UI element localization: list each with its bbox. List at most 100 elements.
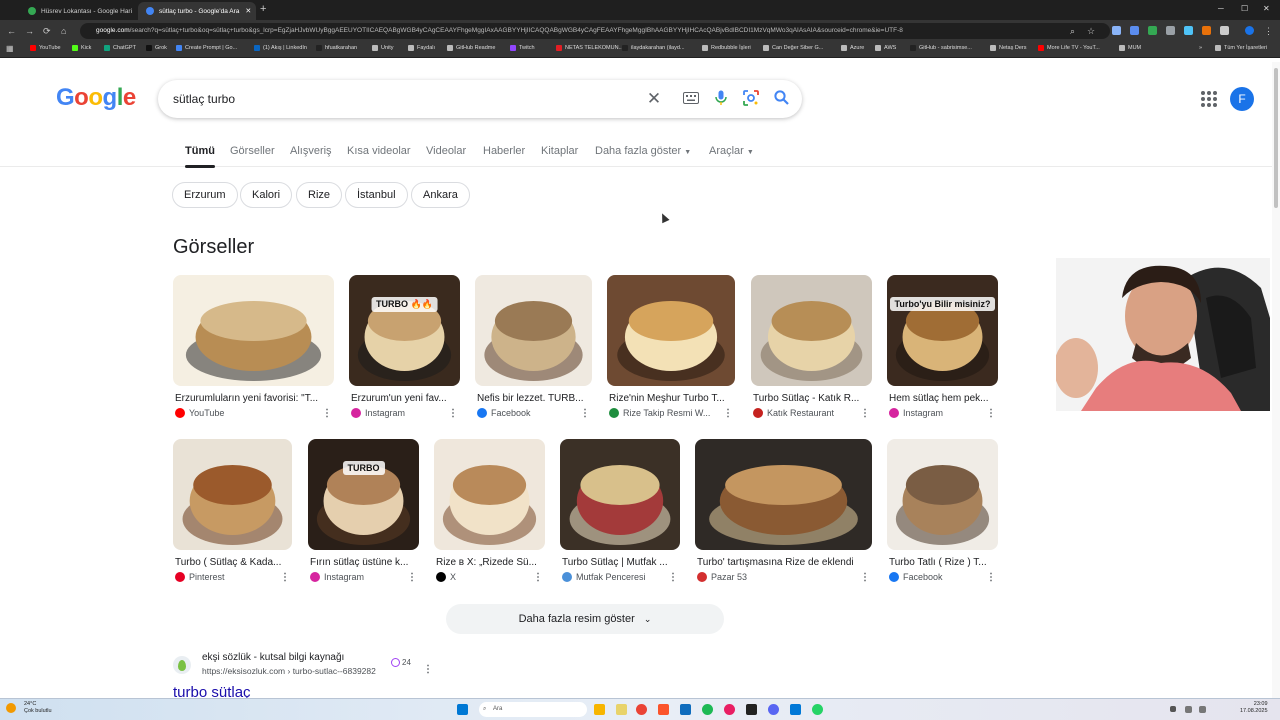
zoom-icon[interactable]: ⌕ [1070,25,1075,37]
reload-icon[interactable]: ⟳ [43,25,51,37]
bookmark-item[interactable]: Unity [372,45,394,51]
image-thumbnail[interactable]: TURBO [308,439,419,550]
close-tab-icon[interactable]: ✕ [132,7,135,15]
chip-istanbul[interactable]: İstanbul [345,182,408,208]
discussion-badge[interactable]: 24 [391,658,411,667]
image-thumbnail[interactable] [751,275,872,386]
bookmark-item[interactable]: NETAS TELEKOMUN... [556,45,623,51]
tab-short-videos[interactable]: Kısa videolar [347,145,411,157]
image-thumbnail[interactable]: TURBO 🔥🔥 [349,275,460,386]
bookmark-item[interactable]: Azure [841,45,864,51]
tab-images[interactable]: Görseller [230,145,275,157]
image-more-icon[interactable]: ⋮ [407,572,417,583]
bookmark-star-icon[interactable]: ☆ [1087,25,1095,37]
profile-icon[interactable] [1245,26,1254,35]
image-caption[interactable]: Erzurumluların yeni favorisi: "T... [175,393,332,404]
bookmark-item[interactable]: (1) Akış | LinkedIn [254,45,307,51]
taskbar-clock[interactable]: 23:09 17.08.2025 [1240,701,1268,715]
image-more-icon[interactable]: ⋮ [280,572,290,583]
image-caption[interactable]: Turbo Tatlı ( Rize ) T... [889,557,996,568]
scrollbar-thumb[interactable] [1274,68,1278,208]
image-thumbnail[interactable] [173,439,292,550]
bookmark-item[interactable]: Netaş Ders [990,45,1027,51]
extension-icon[interactable] [1148,26,1157,35]
image-source[interactable]: Facebook [477,408,531,418]
bookmark-item[interactable]: ilaydakarahan (ilayd... [622,45,685,51]
search-input[interactable]: sütlaç turbo [173,92,235,106]
image-more-icon[interactable]: ⋮ [986,572,996,583]
image-more-icon[interactable]: ⋮ [580,408,590,419]
bookmark-item[interactable]: GitHub - sabrisimse... [910,45,972,51]
minimize-icon[interactable]: ─ [1218,4,1224,13]
mail-icon[interactable] [680,704,691,715]
image-result-card[interactable]: Turbo Sütlaç - Katık R... Katık Restauran… [751,275,872,425]
tab-videos[interactable]: Videolar [426,145,466,157]
image-source[interactable]: Pazar 53 [697,572,747,582]
windows-start-icon[interactable] [457,704,468,715]
image-more-icon[interactable]: ⋮ [860,408,870,419]
image-result-card[interactable]: Rize'nin Meşhur Turbo T... Rize Takip Res… [607,275,735,425]
image-result-card[interactable]: Turbo ( Sütlaç & Kada... Pinterest ⋮ [173,439,292,589]
image-result-card[interactable]: Turbo' tartışmasına Rize de eklendi Pazar… [695,439,872,589]
image-result-card[interactable]: TURBO 🔥🔥 Erzurum'un yeni fav... Instagram ⋮ [349,275,460,425]
result-url[interactable]: https://eksisozluk.com › turbo-sutlac--6… [202,666,376,676]
tab-more[interactable]: Daha fazla göster ▼ [595,145,691,157]
bookmark-item[interactable]: hfuatkarahan [316,45,357,51]
all-bookmarks-button[interactable]: Tüm Yer İşaretleri [1215,45,1267,51]
chip-erzurum[interactable]: Erzurum [172,182,238,208]
bookmark-item[interactable]: Can Değer Siber G... [763,45,823,51]
image-thumbnail[interactable] [173,275,334,386]
extension-icon[interactable] [1112,26,1121,35]
image-more-icon[interactable]: ⋮ [723,408,733,419]
image-source[interactable]: X [436,572,456,582]
browser-tab-active[interactable]: sütlaç turbo - Google'da Ara ✕ [138,2,256,20]
bookmark-item[interactable]: Create Prompt | Go... [176,45,237,51]
bookmark-item[interactable]: MUM [1119,45,1141,51]
bookmark-item[interactable]: YouTube [30,45,61,51]
chip-rize[interactable]: Rize [296,182,343,208]
weather-widget[interactable]: 24°C Çok bulutlu [24,701,52,715]
bookmark-item[interactable]: Faydalı [408,45,435,51]
menu-kebab-icon[interactable]: ⋮ [1264,25,1273,37]
image-result-card[interactable]: Nefis bir lezzet. TURB... Facebook ⋮ [475,275,592,425]
forward-icon[interactable]: → [25,25,34,37]
bookmark-item[interactable]: Grok [146,45,167,51]
image-thumbnail[interactable] [434,439,545,550]
home-icon[interactable]: ⌂ [61,25,66,37]
extension-icon[interactable] [1166,26,1175,35]
bookmarks-overflow-icon[interactable]: » [1199,45,1202,51]
image-more-icon[interactable]: ⋮ [668,572,678,583]
image-thumbnail[interactable] [607,275,735,386]
close-window-icon[interactable]: ✕ [1263,4,1270,13]
image-caption[interactable]: Turbo ( Sütlaç & Kada... [175,557,290,568]
wifi-icon[interactable] [1185,706,1192,713]
image-source[interactable]: Mutfak Penceresi [562,572,646,582]
show-more-images-button[interactable]: Daha fazla resim göster ⌄ [446,604,724,634]
image-result-card[interactable]: Turbo Tatlı ( Rize ) T... Facebook ⋮ [887,439,998,589]
google-apps-icon[interactable] [1201,91,1217,107]
extensions-puzzle-icon[interactable] [1220,26,1229,35]
image-more-icon[interactable]: ⋮ [533,572,543,583]
bookmark-item[interactable]: Kick [72,45,91,51]
image-source[interactable]: Instagram [351,408,405,418]
search-icon[interactable] [772,90,790,109]
google-logo[interactable]: Google [56,84,136,112]
lens-camera-icon[interactable] [742,90,760,110]
image-source[interactable]: Facebook [889,572,943,582]
page-scrollbar[interactable] [1272,62,1280,700]
search-box[interactable]: sütlaç turbo ✕ [158,80,802,118]
spotify-icon[interactable] [702,704,713,715]
image-source[interactable]: Instagram [889,408,943,418]
image-caption[interactable]: Rize в X: „Rizede Sü... [436,557,543,568]
extension-icon[interactable] [1130,26,1139,35]
microphone-icon[interactable] [712,90,730,110]
result-more-icon[interactable]: ⋮ [423,664,433,675]
browser-tab[interactable]: Hüsrev Lokantası - Google Hari ✕ [20,2,135,20]
weather-icon[interactable] [6,703,16,713]
whatsapp-icon[interactable] [812,704,823,715]
image-result-card[interactable]: TURBO Fırın sütlaç üstüne k... Instagram ⋮ [308,439,419,589]
tab-all[interactable]: Tümü [185,145,215,168]
image-thumbnail[interactable] [695,439,872,550]
image-caption[interactable]: Hem sütlaç hem pek... [889,393,996,404]
tools-button[interactable]: Araçlar ▼ [709,145,754,157]
